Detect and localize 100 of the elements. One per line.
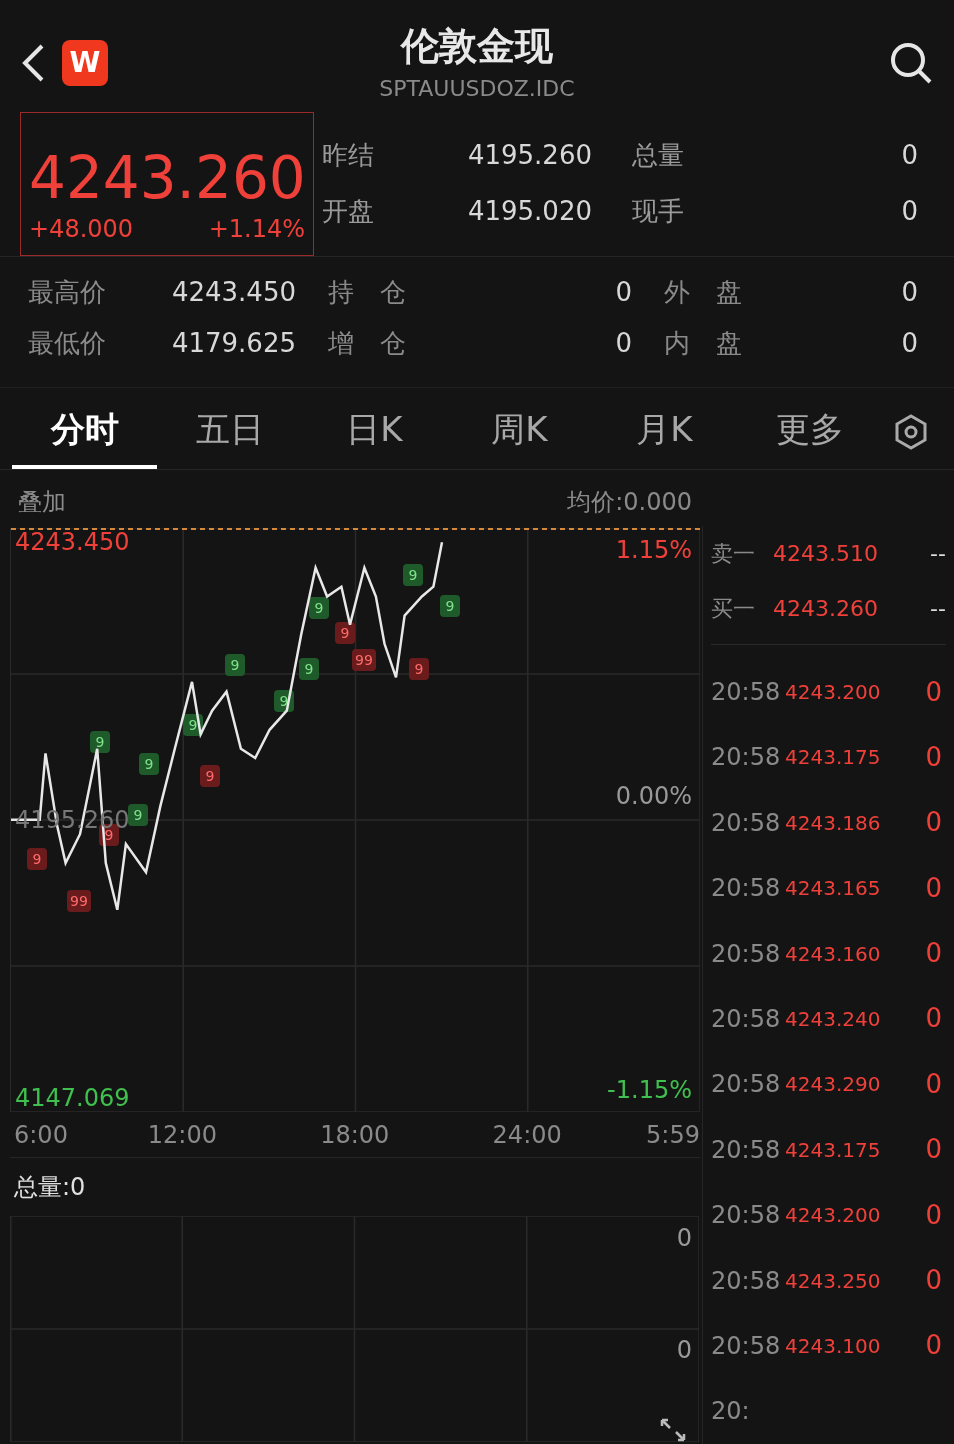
trade-price: 4243.186 xyxy=(785,809,881,837)
axis-low-percent: -1.15% xyxy=(607,1075,692,1107)
trade-time: 20:58 xyxy=(711,1134,782,1166)
stat-value: 0 xyxy=(615,275,632,309)
signal-marker: 9 xyxy=(90,731,110,754)
expand-icon[interactable] xyxy=(660,1418,686,1442)
back-icon[interactable] xyxy=(20,43,46,83)
trade-price: 4243.100 xyxy=(785,1332,881,1360)
stat-value: 0 xyxy=(901,195,918,229)
app-logo: W xyxy=(62,40,108,86)
trade-volume: 0 xyxy=(925,1002,943,1036)
stat-label: 内 盘 xyxy=(664,326,742,360)
trade-volume: 0 xyxy=(925,806,943,840)
quote-price: 4243.510 xyxy=(773,540,878,569)
signal-marker: 9 xyxy=(335,622,355,645)
trade-time: 20:58 xyxy=(711,1200,782,1232)
stat-label: 现手 xyxy=(632,195,684,229)
trade-time: 20:58 xyxy=(711,938,782,970)
trade-price: 4243.160 xyxy=(785,940,881,968)
signal-marker: 9 xyxy=(128,804,148,827)
trade-volume: 0 xyxy=(925,1133,943,1167)
time-axis-label: 6:00 xyxy=(14,1120,68,1152)
price-axis-label: 4243.450 xyxy=(15,528,130,557)
signal-marker: 99 xyxy=(352,649,376,672)
trade-time: 20:58 xyxy=(711,677,782,708)
signal-marker: 9 xyxy=(299,658,319,681)
quote-label: 买一 xyxy=(711,595,756,624)
stat-label: 开盘 xyxy=(322,195,374,229)
time-axis-label: 5:59 xyxy=(646,1120,700,1152)
trade-price: 4243.240 xyxy=(785,1005,881,1033)
stat-value: 4243.450 xyxy=(171,275,296,309)
stat-value: 4195.020 xyxy=(467,195,592,229)
trade-time: 20:58 xyxy=(711,1330,782,1362)
quote-volume: -- xyxy=(930,540,946,569)
trade-volume: 0 xyxy=(925,1067,943,1101)
stat-label: 最低价 xyxy=(28,326,106,360)
axis-base-percent: 0.00% xyxy=(615,781,692,813)
overlay-label[interactable]: 叠加 xyxy=(18,484,66,521)
trade-price: 4243.200 xyxy=(785,679,881,706)
trade-volume: 0 xyxy=(925,675,943,709)
stat-value: 0 xyxy=(615,326,632,360)
trade-time: 20:58 xyxy=(711,807,782,839)
quote-label: 卖一 xyxy=(711,540,756,569)
stat-value: 0 xyxy=(901,326,918,360)
page-title: 伦敦金现 xyxy=(401,23,553,70)
trade-volume: 0 xyxy=(925,1329,943,1363)
change-percent: +1.14% xyxy=(208,213,305,245)
search-icon[interactable] xyxy=(888,40,934,86)
trade-price: 4243.165 xyxy=(785,875,881,903)
stat-label: 增 仓 xyxy=(328,326,406,360)
stat-label: 昨结 xyxy=(322,139,374,173)
price-axis-label: 4147.069 xyxy=(15,1084,130,1113)
trade-volume: 0 xyxy=(925,871,943,905)
period-tab[interactable]: 月K xyxy=(592,393,737,470)
trade-price: 4243.175 xyxy=(785,1136,881,1164)
quote-volume: -- xyxy=(930,595,946,624)
trade-volume: 0 xyxy=(925,937,943,971)
trade-price: 4243.175 xyxy=(785,744,881,772)
stat-label: 最高价 xyxy=(28,275,106,309)
instrument-code: SPTAUUSDOZ.IDC xyxy=(379,75,575,103)
trade-time: 20:58 xyxy=(711,1265,782,1297)
signal-marker: 9 xyxy=(200,765,220,788)
time-axis-label: 18:00 xyxy=(320,1120,390,1152)
trade-price: 4243.250 xyxy=(785,1267,881,1295)
stat-value: 0 xyxy=(901,139,918,173)
stat-label: 外 盘 xyxy=(664,275,742,309)
signal-marker: 9 xyxy=(403,564,423,587)
signal-marker: 9 xyxy=(225,654,245,677)
time-axis-label: 12:00 xyxy=(147,1120,217,1152)
trade-time: 20:58 xyxy=(711,1069,782,1101)
average-price: 均价:0.000 xyxy=(567,487,692,519)
trade-time: 20: xyxy=(711,1396,751,1428)
stat-label: 持 仓 xyxy=(328,275,406,309)
signal-marker: 9 xyxy=(440,595,460,618)
signal-marker: 9 xyxy=(309,597,329,620)
period-tab[interactable]: 分时 xyxy=(12,393,157,470)
last-price: 4243.260 xyxy=(29,144,305,211)
period-tab[interactable]: 日K xyxy=(302,393,447,470)
volume-axis-label: 0 xyxy=(676,1223,692,1255)
trade-volume: 0 xyxy=(925,1198,943,1232)
period-tab[interactable]: 更多 xyxy=(737,393,882,470)
trade-price: 4243.200 xyxy=(785,1202,881,1230)
trade-price: 4243.290 xyxy=(785,1071,881,1099)
trade-volume: 0 xyxy=(925,740,943,774)
stat-label: 总量 xyxy=(632,139,684,173)
signal-marker: 9 xyxy=(139,753,159,776)
trade-volume: 0 xyxy=(925,1264,943,1297)
axis-high-percent: 1.15% xyxy=(615,535,692,567)
time-axis-label: 24:00 xyxy=(492,1120,562,1152)
trade-time: 20:58 xyxy=(711,873,782,905)
period-tab[interactable]: 五日 xyxy=(157,393,302,470)
volume-total: 总量:0 xyxy=(14,1172,86,1204)
stat-value: 0 xyxy=(901,275,918,309)
period-tab[interactable]: 周K xyxy=(447,393,592,470)
trade-time: 20:58 xyxy=(711,742,782,774)
signal-marker: 9 xyxy=(409,658,429,681)
quote-price: 4243.260 xyxy=(773,595,878,624)
stat-value: 4179.625 xyxy=(171,326,296,360)
stat-value: 4195.260 xyxy=(467,139,592,173)
volume-axis-label: 0 xyxy=(676,1335,692,1367)
